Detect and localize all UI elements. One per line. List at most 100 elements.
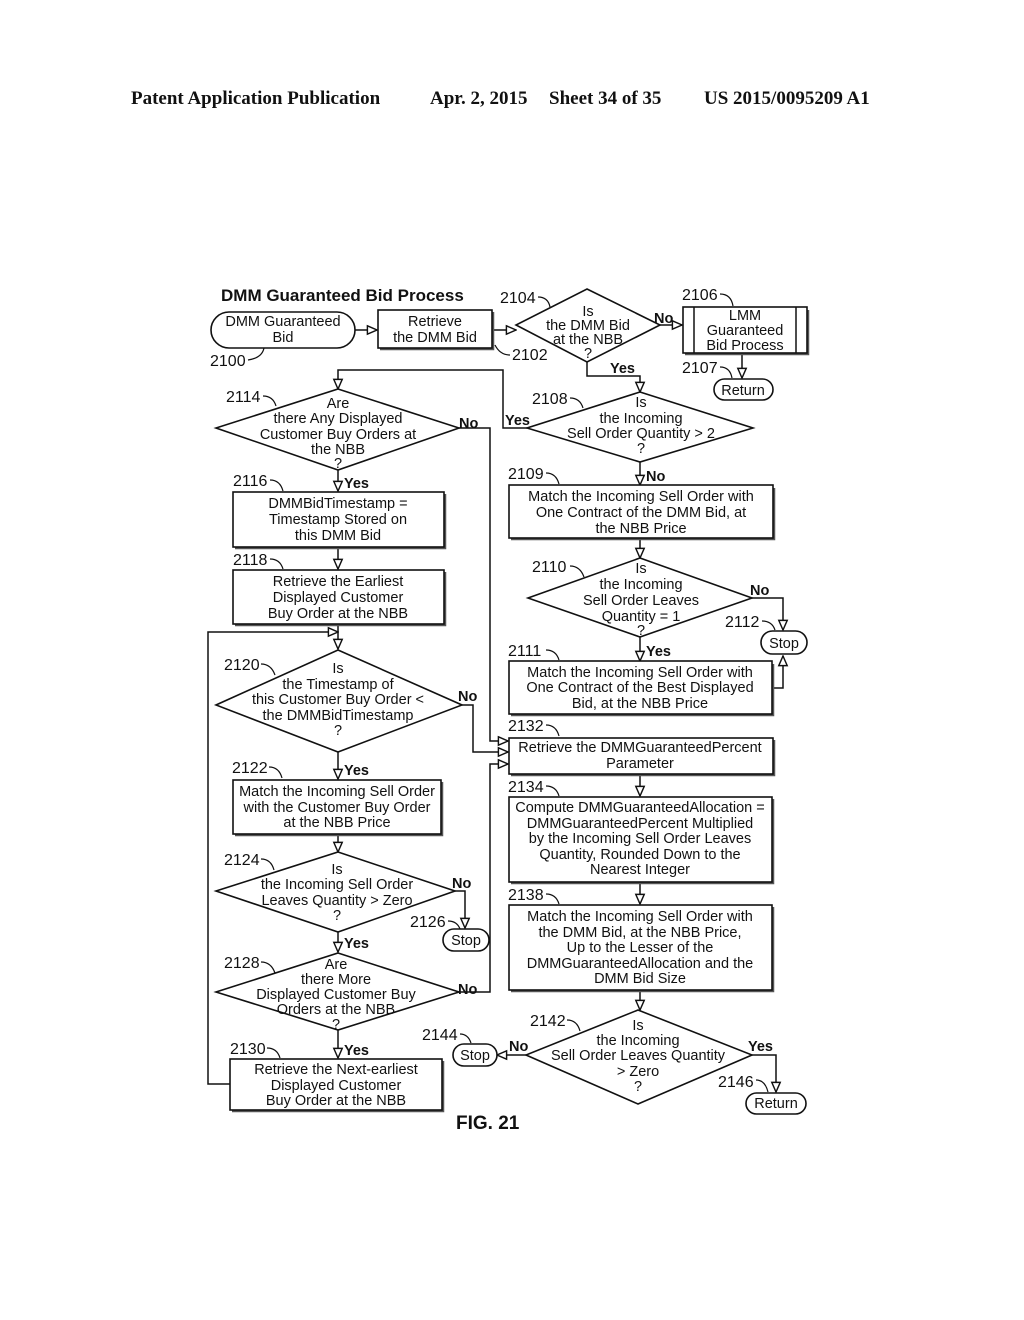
- node-2109-match-dmm-one-contract: Match the Incoming Sell Order with One C…: [508, 466, 776, 541]
- leader-line: [545, 724, 560, 737]
- ref-number: 2108: [532, 391, 568, 408]
- node-text: at the NBB Price: [283, 815, 390, 831]
- node-2126-stop: Stop 2126: [410, 914, 490, 952]
- node-text: Buy Order at the NBB: [266, 1093, 406, 1109]
- node-text: Displayed Customer: [271, 1078, 402, 1094]
- ref-number: 2114: [226, 389, 261, 406]
- node-text: Bid, at the NBB Price: [572, 696, 708, 712]
- edge-label-no: No: [458, 689, 477, 705]
- node-text: Parameter: [606, 756, 674, 772]
- node-text: with the Customer Buy Order: [243, 800, 431, 816]
- node-text: the DMM Bid, at the NBB Price,: [538, 925, 741, 941]
- node-text: Timestamp Stored on: [269, 512, 407, 528]
- leader-line: [494, 344, 511, 356]
- leader-line: [260, 858, 275, 871]
- node-text: the DMMBidTimestamp: [263, 708, 414, 724]
- leader-line: [247, 347, 265, 361]
- ref-number: 2134: [508, 779, 544, 796]
- node-2146-return: Return 2146: [718, 1074, 807, 1115]
- node-text: Orders at the NBB: [277, 1002, 395, 1018]
- leader-line: [268, 766, 283, 779]
- node-text: Stop: [769, 636, 799, 652]
- node-text: DMM Bid Size: [594, 971, 686, 987]
- node-text: Match the Incoming Sell Order with: [527, 665, 753, 681]
- node-text: One Contract of the DMM Bid, at: [536, 505, 746, 521]
- ref-number: 2104: [500, 290, 536, 307]
- ref-number: 2122: [232, 760, 268, 777]
- node-2107-return: Return 2107: [682, 360, 774, 401]
- node-text: Customer Buy Orders at: [260, 427, 416, 443]
- edge-label-yes: Yes: [610, 361, 635, 377]
- node-text: the NBB Price: [595, 521, 686, 537]
- node-2122-match-customer-buy-order: Match the Incoming Sell Order with the C…: [232, 760, 444, 837]
- node-text: Are: [325, 957, 348, 973]
- edge-label-yes: Yes: [344, 476, 369, 492]
- leader-line: [545, 893, 560, 905]
- node-text: DMMGuaranteedPercent Multiplied: [527, 816, 753, 832]
- ref-number: 2112: [725, 614, 760, 631]
- node-text: Match the Incoming Sell Order: [239, 784, 435, 800]
- leader-line: [260, 961, 276, 974]
- node-text: Buy Order at the NBB: [268, 606, 408, 622]
- leader-line: [569, 565, 585, 578]
- node-text: by the Incoming Sell Order Leaves: [529, 831, 751, 847]
- node-text: DMMBidTimestamp =: [268, 496, 407, 512]
- node-text: the Incoming: [596, 1033, 679, 1049]
- node-text: Return: [721, 383, 765, 399]
- leader-line: [537, 296, 551, 308]
- ref-number: 2126: [410, 914, 446, 931]
- node-text: One Contract of the Best Displayed: [526, 680, 753, 696]
- node-text: ?: [584, 346, 592, 362]
- node-text: ?: [637, 623, 645, 639]
- node-text: LMM: [729, 308, 761, 324]
- node-text: Are: [327, 396, 350, 412]
- node-text: Displayed Customer Buy: [256, 987, 416, 1003]
- node-text: Match the Incoming Sell Order with: [528, 489, 754, 505]
- edge-label-no: No: [458, 982, 477, 998]
- node-text: ?: [334, 723, 342, 739]
- node-text: Retrieve: [408, 314, 462, 330]
- leader-line: [755, 1079, 769, 1093]
- node-text: Bid: [273, 330, 294, 346]
- node-text: the Incoming: [599, 411, 682, 427]
- ref-number: 2128: [224, 955, 260, 972]
- node-text: ?: [334, 456, 342, 472]
- ref-number: 2111: [508, 643, 541, 660]
- node-text: ?: [637, 441, 645, 457]
- edge-label-no: No: [750, 583, 769, 599]
- ref-number: 2146: [718, 1074, 754, 1091]
- edge-label-no: No: [509, 1039, 528, 1055]
- node-text: the Incoming: [599, 577, 682, 593]
- node-text: Leaves Quantity > Zero: [261, 893, 412, 909]
- leader-line: [260, 663, 276, 676]
- figure-label: FIG. 21: [456, 1113, 520, 1134]
- edge-2120-2132: [462, 704, 508, 752]
- node-2130-retrieve-next-earliest-order: Retrieve the Next-earliest Displayed Cus…: [229, 1041, 445, 1113]
- node-text: Return: [754, 1096, 798, 1112]
- edge-label-yes: Yes: [646, 644, 671, 660]
- edge-2124-2126: [455, 890, 465, 928]
- leader-line: [545, 785, 560, 797]
- node-text: Retrieve the Next-earliest: [254, 1062, 418, 1078]
- node-2106-lmm-guaranteed-bid-process: LMM Guaranteed Bid Process 2106: [682, 287, 810, 356]
- node-text: Match the Incoming Sell Order with: [527, 909, 753, 925]
- node-text: this DMM Bid: [295, 528, 381, 544]
- node-2102-retrieve-dmm-bid: Retrieve the DMM Bid 2102: [377, 309, 548, 364]
- leader-line: [262, 395, 277, 407]
- node-text: ?: [634, 1079, 642, 1095]
- node-2114-decision: Are there Any Displayed Customer Buy Ord…: [213, 388, 462, 472]
- node-text: ?: [333, 908, 341, 924]
- leader-line: [269, 558, 284, 570]
- node-text: Displayed Customer: [273, 590, 404, 606]
- edge-label-no: No: [459, 416, 478, 432]
- node-text: ?: [332, 1017, 340, 1033]
- node-text: the Incoming Sell Order: [261, 877, 413, 893]
- ref-number: 2130: [230, 1041, 266, 1058]
- node-text: Quantity, Rounded Down to the: [539, 847, 740, 863]
- ref-number: 2110: [532, 559, 567, 576]
- edge-label-yes: Yes: [505, 413, 530, 429]
- node-text: Is: [635, 395, 646, 411]
- node-text: Is: [635, 561, 646, 577]
- ref-number: 2132: [508, 718, 544, 735]
- leader-line: [269, 479, 284, 492]
